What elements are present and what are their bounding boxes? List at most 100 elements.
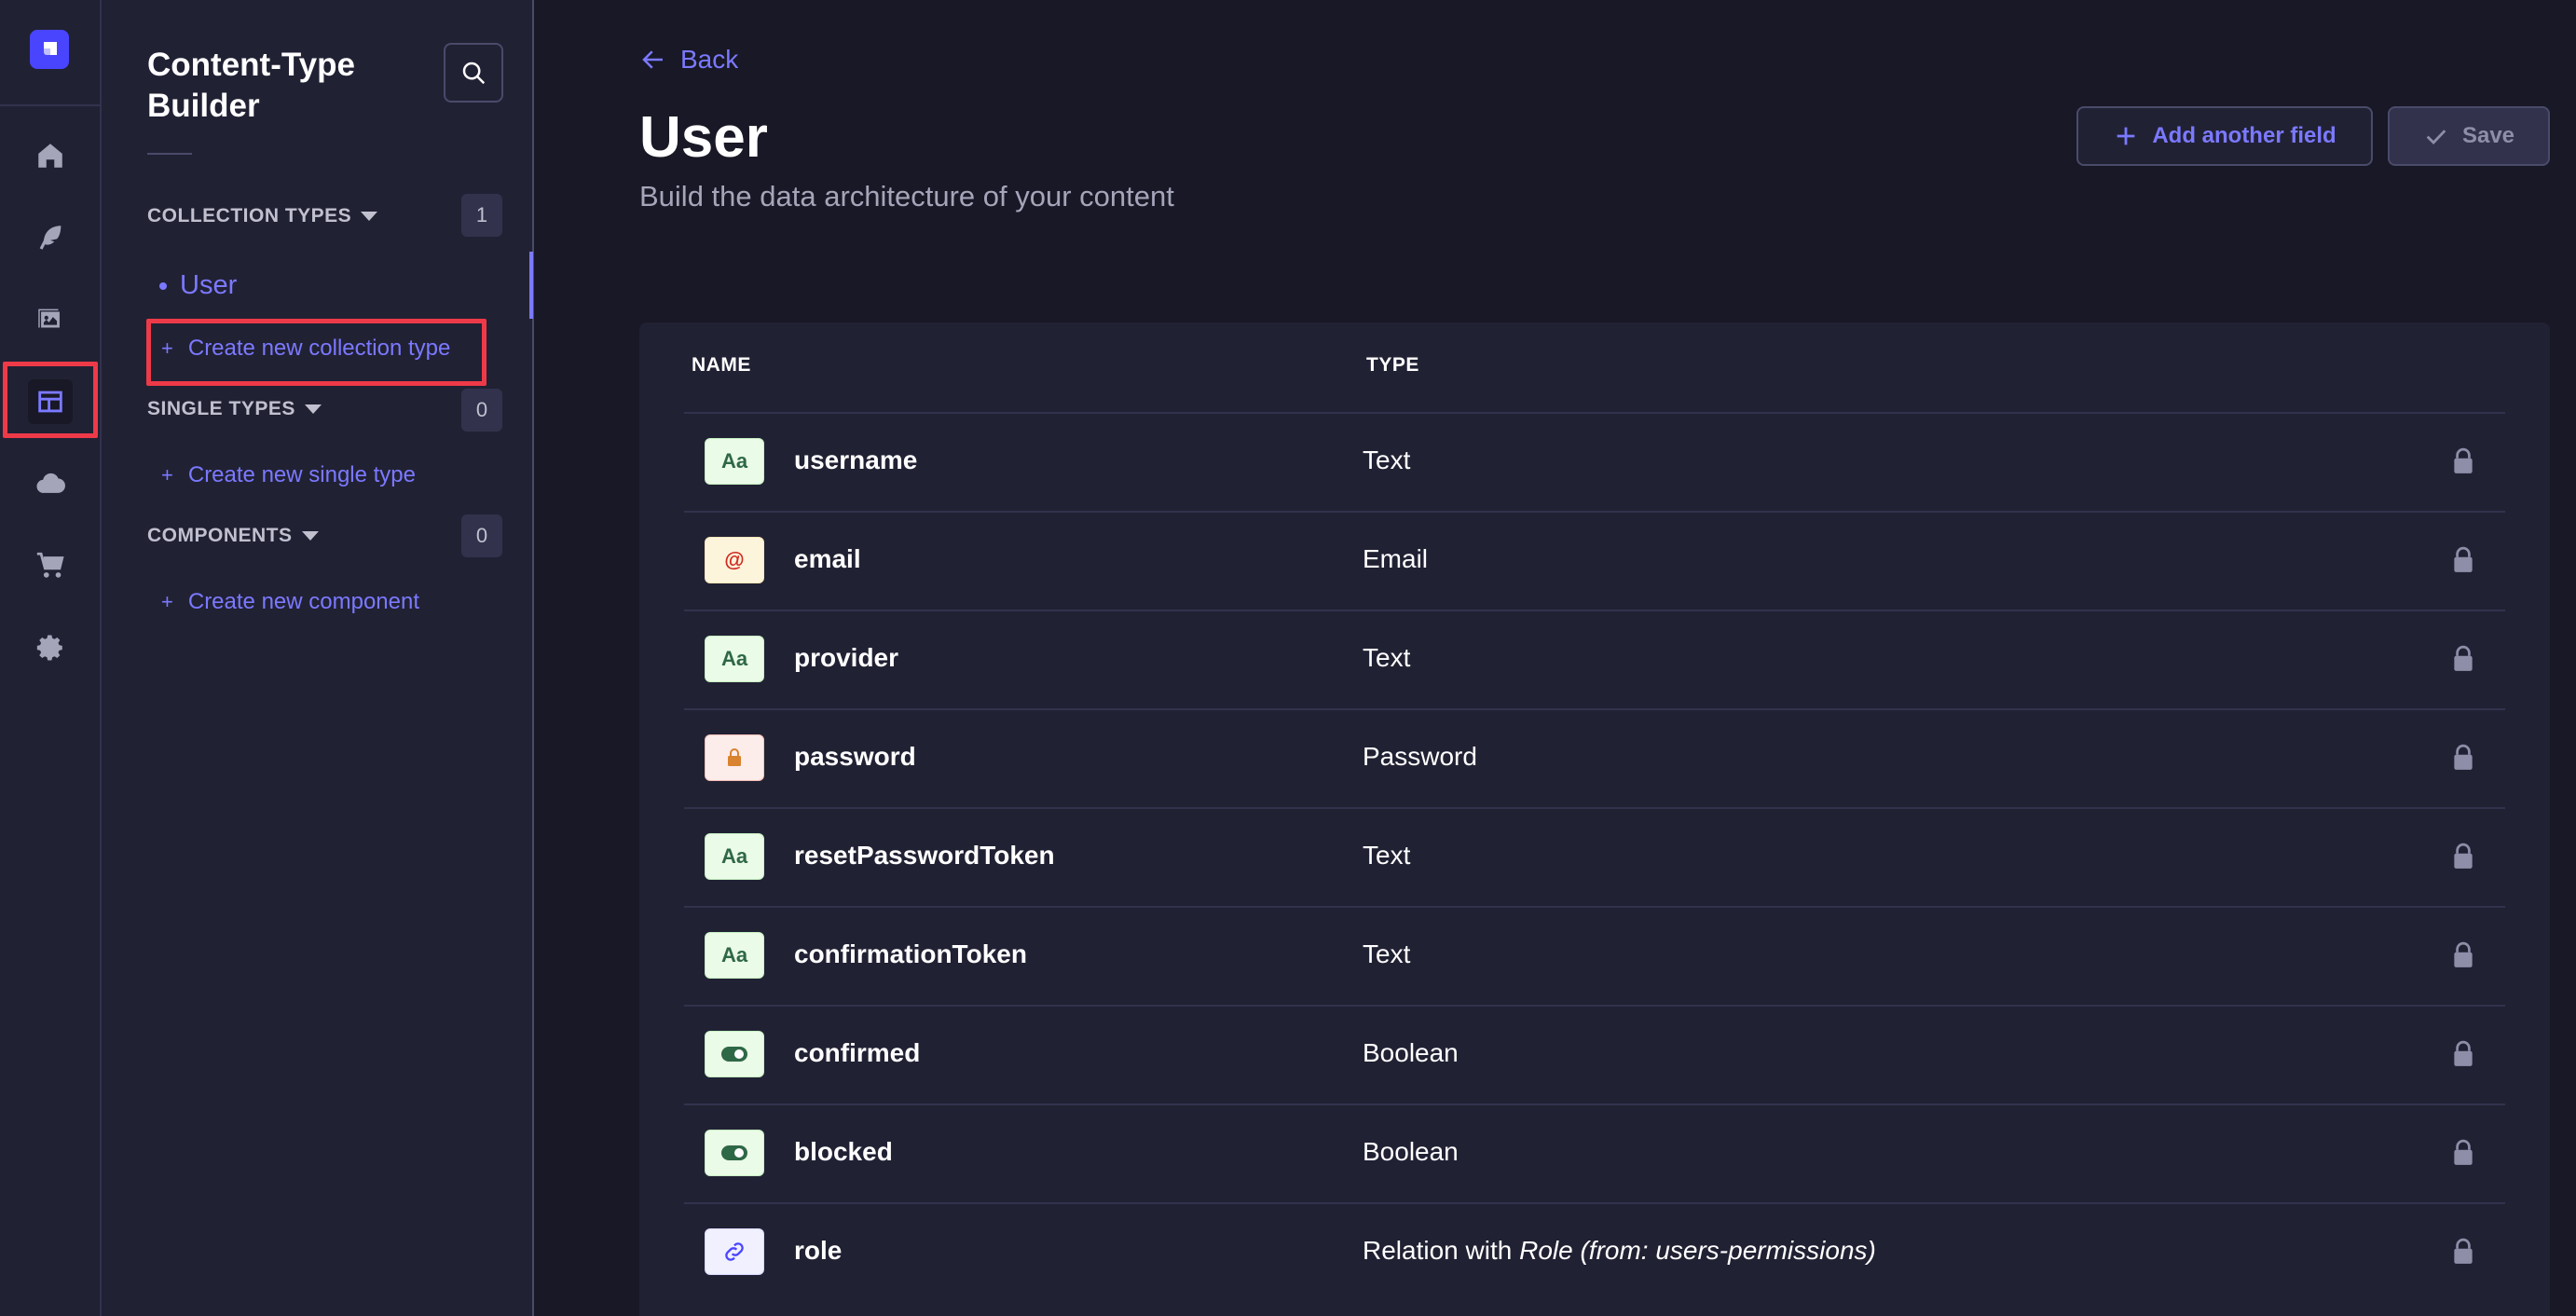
main-nav-rail	[0, 0, 102, 1316]
text-icon: Aa	[705, 438, 764, 485]
nav-home[interactable]	[28, 133, 73, 178]
gear-icon	[36, 635, 62, 661]
collection-types-toggle[interactable]: COLLECTION TYPES	[147, 205, 378, 227]
cart-icon	[36, 552, 64, 578]
field-type: Email	[1363, 544, 1429, 573]
text-icon: Aa	[705, 636, 764, 682]
lock-icon	[2454, 546, 2473, 572]
plus-icon: +	[161, 336, 173, 360]
field-name: confirmationToken	[794, 939, 1027, 968]
relation-icon	[705, 1228, 764, 1275]
field-type: Relation with Role (from: users-permissi…	[1363, 1236, 1876, 1266]
field-name: provider	[794, 643, 899, 672]
field-name: blocked	[794, 1137, 893, 1166]
content-type-builder-subnav: Content-Type Builder COLLECTION TYPES 1 …	[102, 0, 534, 1316]
create-component-label: Create new component	[187, 589, 420, 614]
components-label: COMPONENTS	[147, 525, 293, 546]
nav-settings[interactable]	[28, 625, 73, 670]
field-name: confirmed	[794, 1038, 921, 1067]
field-name: username	[794, 446, 918, 474]
plus-icon: +	[161, 463, 173, 487]
save-button[interactable]: Save	[2388, 106, 2550, 166]
subnav-title: Content-Type Builder	[147, 47, 355, 124]
strapi-logo[interactable]	[30, 30, 69, 69]
plus-icon: +	[161, 590, 173, 613]
boolean-icon	[705, 1130, 764, 1176]
lock-icon	[2454, 843, 2473, 869]
lock-icon	[2454, 1139, 2473, 1165]
boolean-icon	[705, 1031, 764, 1077]
password-icon	[705, 734, 764, 781]
rail-divider	[0, 104, 100, 106]
field-name: email	[794, 544, 861, 573]
search-icon	[462, 62, 486, 85]
check-icon	[2426, 130, 2446, 145]
field-type: Text	[1363, 841, 1411, 870]
lock-icon	[2454, 447, 2473, 473]
table-row[interactable]: Aa provider Text	[684, 610, 2505, 708]
table-row[interactable]: password Password	[684, 708, 2505, 807]
components-toggle[interactable]: COMPONENTS	[147, 525, 319, 547]
table-row[interactable]: Aa username Text	[684, 412, 2505, 511]
collection-item-user[interactable]: User	[159, 270, 237, 301]
field-type: Text	[1363, 939, 1411, 968]
single-types-count: 0	[461, 389, 502, 432]
field-type: Text	[1363, 643, 1411, 672]
collection-types-count: 1	[461, 194, 502, 237]
table-row[interactable]: blocked Boolean	[684, 1104, 2505, 1202]
table-row[interactable]: confirmed Boolean	[684, 1005, 2505, 1104]
field-name: role	[794, 1236, 843, 1265]
components-count: 0	[461, 514, 502, 557]
single-types-label: SINGLE TYPES	[147, 398, 295, 419]
toggle-icon	[721, 1145, 747, 1160]
column-header-type: TYPE	[1366, 354, 1419, 376]
password-lock-icon	[728, 748, 741, 766]
lock-icon	[2454, 1238, 2473, 1264]
create-component-link[interactable]: + Create new component	[161, 589, 419, 615]
collection-item-label: User	[180, 270, 238, 300]
plus-icon	[2117, 127, 2135, 145]
nav-marketplace[interactable]	[28, 543, 73, 588]
back-label: Back	[680, 45, 739, 74]
nav-content-type-builder[interactable]	[28, 379, 73, 424]
table-row[interactable]: Aa resetPasswordToken Text	[684, 807, 2505, 906]
create-collection-type-link[interactable]: + Create new collection type	[161, 336, 450, 362]
toggle-icon	[721, 1047, 747, 1062]
table-row[interactable]: @ email Email	[684, 511, 2505, 610]
field-type: Boolean	[1363, 1038, 1459, 1067]
lock-icon	[2454, 645, 2473, 671]
field-name: resetPasswordToken	[794, 841, 1055, 870]
media-library-icon	[38, 308, 60, 328]
field-type: Text	[1363, 446, 1411, 474]
nav-cloud[interactable]	[28, 461, 73, 506]
caret-down-icon	[301, 531, 319, 541]
nav-content-manager[interactable]	[28, 215, 73, 260]
table-row[interactable]: Aa confirmationToken Text	[684, 906, 2505, 1005]
table-row[interactable]: role Relation with Role (from: users-per…	[684, 1202, 2505, 1301]
back-link[interactable]: Back	[639, 45, 738, 75]
subnav-divider	[147, 153, 192, 155]
single-types-toggle[interactable]: SINGLE TYPES	[147, 398, 322, 420]
nav-media-library[interactable]	[28, 297, 73, 342]
field-type: Password	[1363, 742, 1477, 771]
text-icon: Aa	[705, 932, 764, 979]
caret-down-icon	[304, 404, 322, 414]
strapi-logo-icon	[44, 42, 57, 55]
create-single-type-link[interactable]: + Create new single type	[161, 462, 416, 488]
text-icon: Aa	[705, 833, 764, 880]
collection-types-label: COLLECTION TYPES	[147, 205, 352, 226]
field-type: Boolean	[1363, 1137, 1459, 1166]
column-header-name: NAME	[692, 354, 751, 376]
subnav-search-button[interactable]	[444, 43, 503, 103]
caret-down-icon	[361, 212, 378, 221]
lock-icon	[2454, 744, 2473, 770]
link-icon	[725, 1242, 744, 1261]
fields-table: NAME TYPE Aa username Text @ email Email…	[639, 322, 2550, 1316]
field-name: password	[794, 742, 916, 771]
create-collection-type-label: Create new collection type	[187, 336, 451, 361]
create-single-type-label: Create new single type	[187, 462, 416, 487]
bullet-icon	[159, 281, 167, 290]
add-another-field-button[interactable]: Add another field	[2076, 106, 2373, 166]
save-label: Save	[2461, 123, 2515, 148]
table-header: NAME TYPE	[692, 354, 2509, 403]
